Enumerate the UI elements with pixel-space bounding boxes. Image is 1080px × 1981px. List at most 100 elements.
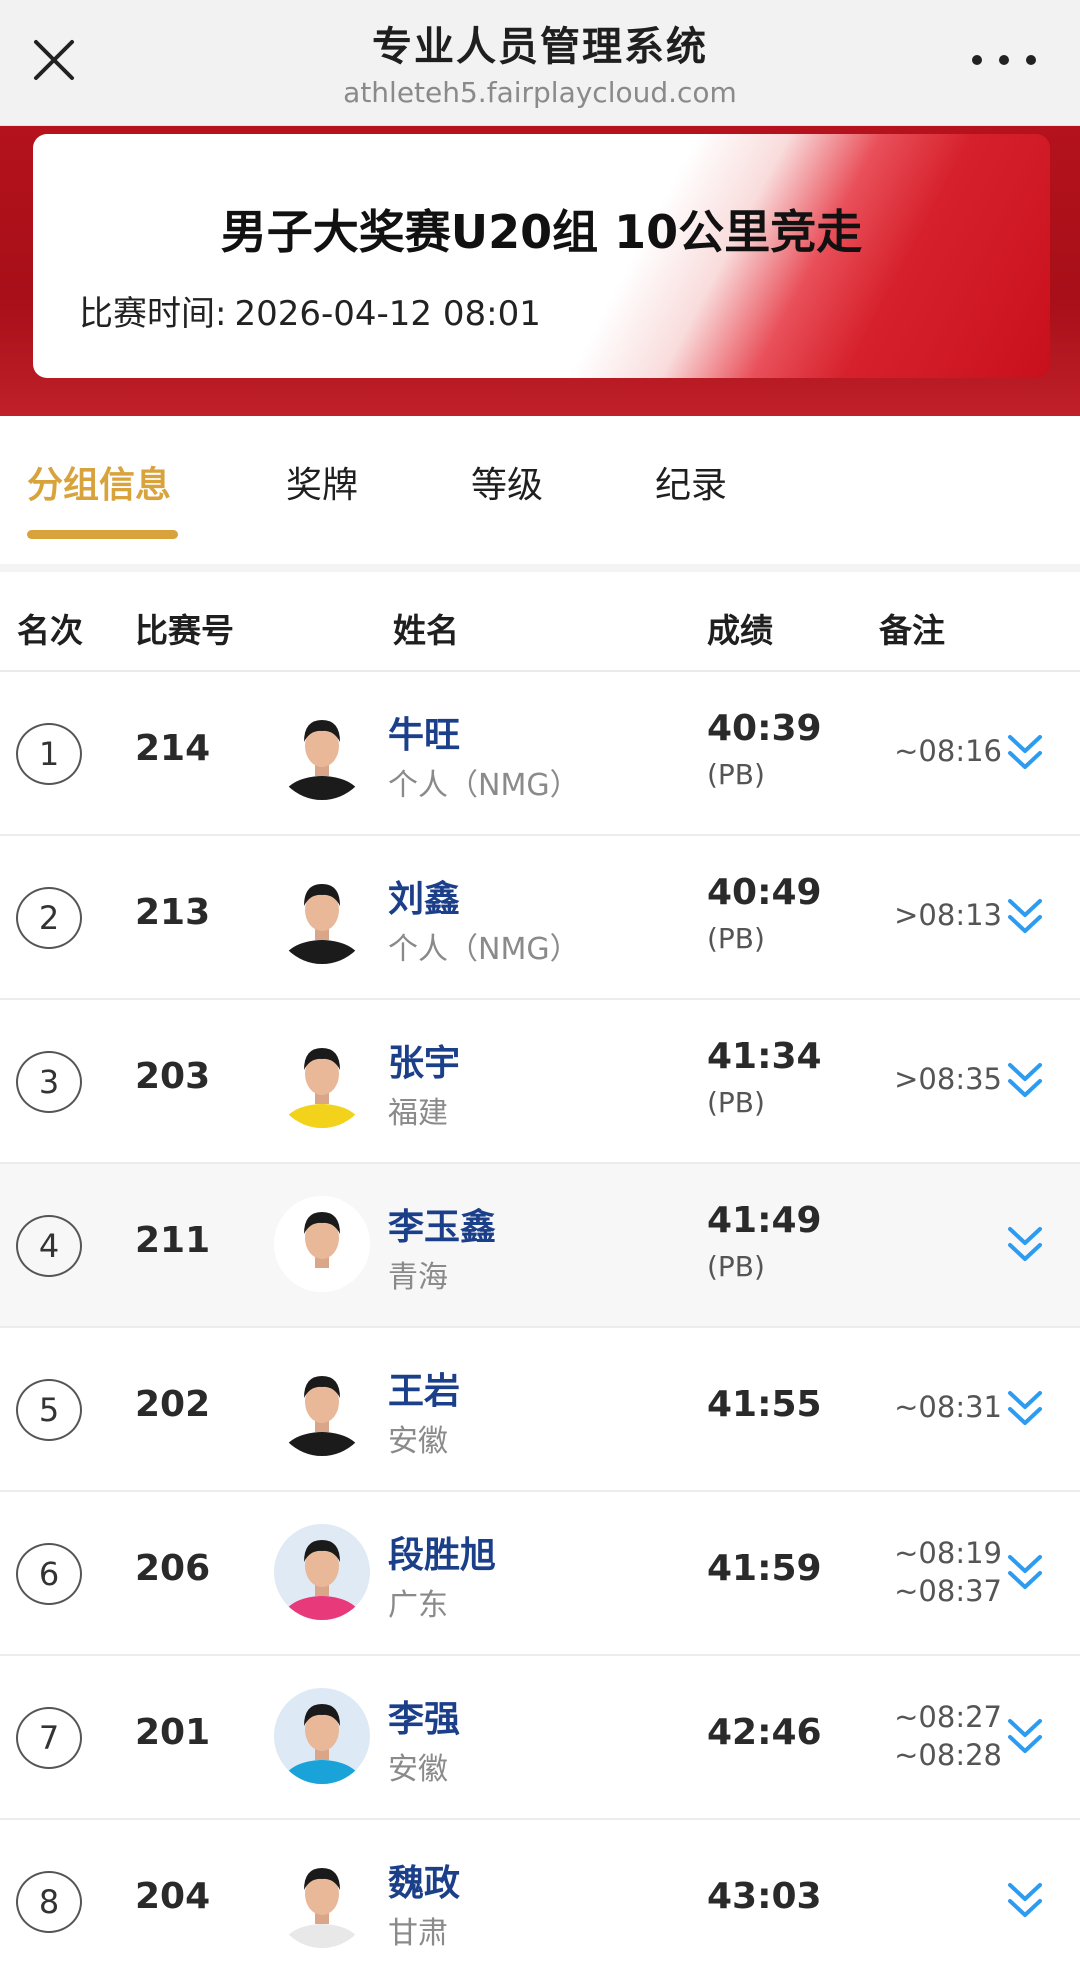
tab-bar: 分组信息 奖牌 等级 纪录: [0, 416, 1080, 564]
athlete-photo: [274, 1360, 370, 1456]
bib-number: 213: [135, 892, 211, 933]
page-url: athleteh5.fairplaycloud.com: [343, 76, 737, 109]
pb-tag: (PB): [707, 1250, 765, 1283]
more-dot: [1026, 55, 1036, 65]
event-banner: 男子大奖赛U20组 10公里竞走 比赛时间: 2026-04-12 08:01: [0, 126, 1080, 416]
active-tab-indicator: [27, 530, 178, 539]
split-note-line: ~08:16: [894, 734, 1002, 768]
athlete-name[interactable]: 刘鑫: [388, 870, 460, 922]
table-row[interactable]: 5 202 王岩 安徽 41:55 ~08:31: [0, 1328, 1080, 1492]
pb-tag: (PB): [707, 1086, 765, 1119]
athlete-photo: [274, 868, 370, 964]
athlete-name[interactable]: 李玉鑫: [388, 1198, 496, 1250]
split-note-line: ~08:27: [894, 1700, 1002, 1734]
column-name: 姓名: [393, 611, 459, 650]
split-note: ~08:27 ~08:28: [894, 1698, 1002, 1774]
bib-number: 202: [135, 1384, 211, 1425]
bib-number: 204: [135, 1876, 211, 1917]
athlete-name[interactable]: 段胜旭: [388, 1526, 496, 1578]
event-time-value: 2026-04-12 08:01: [234, 294, 541, 334]
split-note-line: >08:13: [894, 898, 1002, 932]
section-divider: [0, 564, 1080, 572]
athlete-photo: [274, 1524, 370, 1620]
table-row[interactable]: 4 211 李玉鑫 青海 41:49 (PB): [0, 1164, 1080, 1328]
rank-badge: 4: [16, 1215, 82, 1277]
result-time: 40:49: [707, 872, 822, 913]
rank-badge: 7: [16, 1707, 82, 1769]
results-list: 1 214 牛旺 个人（NMG） 40:39 (PB) ~08:16 2 213 刘鑫 个人（NMG…: [0, 672, 1080, 1981]
bib-number: 201: [135, 1712, 211, 1753]
tab-records[interactable]: 纪录: [655, 456, 727, 508]
bib-number: 206: [135, 1548, 211, 1589]
bib-number: 214: [135, 728, 211, 769]
table-row[interactable]: 2 213 刘鑫个人（NMG） 40:49 (PB) >08:13: [0, 836, 1080, 1000]
split-note: ~08:19 ~08:37: [894, 1534, 1002, 1610]
column-result: 成绩: [707, 611, 773, 650]
athlete-team: 甘肃: [388, 1916, 448, 1951]
chevron-double-down-icon[interactable]: [1004, 729, 1046, 777]
chevron-double-down-icon[interactable]: [1004, 1713, 1046, 1761]
athlete-team: 青海: [388, 1260, 448, 1295]
result-time: 43:03: [707, 1876, 822, 1917]
table-row[interactable]: 3 203 张宇 福建 41:34 (PB) >08:35: [0, 1000, 1080, 1164]
split-note: ~08:31: [894, 1388, 1002, 1426]
athlete-name[interactable]: 王岩: [388, 1362, 460, 1414]
table-row[interactable]: 6 206 段胜旭 广东 41:59 ~08:19 ~08:37: [0, 1492, 1080, 1656]
result-time: 41:55: [707, 1384, 822, 1425]
rank-badge: 8: [16, 1871, 82, 1933]
table-row[interactable]: 1 214 牛旺个人（NMG） 40:39 (PB) ~08:16: [0, 672, 1080, 836]
event-time-label: 比赛时间:: [79, 294, 227, 334]
athlete-photo: [274, 1032, 370, 1128]
athlete-team: 福建: [388, 1096, 448, 1131]
chevron-double-down-icon[interactable]: [1004, 1385, 1046, 1433]
athlete-name[interactable]: 李强: [388, 1690, 460, 1742]
athlete-name[interactable]: 牛旺: [388, 706, 460, 758]
more-icon[interactable]: [972, 50, 1036, 70]
pb-tag: (PB): [707, 758, 765, 791]
app-title: 专业人员管理系统: [372, 24, 708, 70]
split-note-line: ~08:19: [894, 1536, 1002, 1570]
chevron-double-down-icon[interactable]: [1004, 893, 1046, 941]
chevron-double-down-icon[interactable]: [1004, 1877, 1046, 1925]
more-dot: [999, 55, 1009, 65]
athlete-team: 个人（NMG）: [388, 768, 580, 803]
table-row[interactable]: 7 201 李强 安徽 42:46 ~08:27 ~08:28: [0, 1656, 1080, 1820]
rank-badge: 6: [16, 1543, 82, 1605]
result-time: 42:46: [707, 1712, 822, 1753]
column-rank: 名次: [17, 611, 83, 650]
athlete-name[interactable]: 张宇: [388, 1034, 460, 1086]
pb-tag: (PB): [707, 922, 765, 955]
rank-badge: 2: [16, 887, 82, 949]
split-note-line: ~08:37: [894, 1574, 1002, 1608]
athlete-photo: [274, 1852, 370, 1948]
result-time: 41:49: [707, 1200, 822, 1241]
rank-badge: 3: [16, 1051, 82, 1113]
athlete-team: 个人（NMG）: [388, 932, 580, 967]
athlete-photo: [274, 1196, 370, 1292]
chevron-double-down-icon[interactable]: [1004, 1221, 1046, 1269]
event-card: 男子大奖赛U20组 10公里竞走 比赛时间: 2026-04-12 08:01: [33, 134, 1050, 378]
athlete-name[interactable]: 魏政: [388, 1854, 460, 1906]
split-note-line: >08:35: [894, 1062, 1002, 1096]
column-note: 备注: [879, 611, 945, 650]
tab-medals[interactable]: 奖牌: [286, 456, 358, 508]
result-time: 40:39: [707, 708, 822, 749]
top-bar: 专业人员管理系统 athleteh5.fairplaycloud.com: [0, 0, 1080, 126]
tab-group-info[interactable]: 分组信息: [27, 456, 171, 508]
table-row[interactable]: 8 204 魏政甘肃 43:03: [0, 1820, 1080, 1981]
tab-grades[interactable]: 等级: [471, 456, 543, 508]
more-dot: [972, 55, 982, 65]
athlete-photo: [274, 704, 370, 800]
event-title: 男子大奖赛U20组 10公里竞走: [220, 205, 863, 259]
athlete-team: 安徽: [388, 1424, 448, 1459]
athlete-photo: [274, 1688, 370, 1784]
rank-badge: 1: [16, 723, 82, 785]
athlete-team: 广东: [388, 1588, 448, 1623]
split-note: ~08:16: [894, 732, 1002, 770]
event-time: 比赛时间: 2026-04-12 08:01: [79, 286, 541, 335]
chevron-double-down-icon[interactable]: [1004, 1057, 1046, 1105]
column-bib: 比赛号: [135, 611, 234, 650]
split-note-line: ~08:31: [894, 1390, 1002, 1424]
chevron-double-down-icon[interactable]: [1004, 1549, 1046, 1597]
table-header: 名次 比赛号 姓名 成绩 备注: [0, 572, 1080, 672]
